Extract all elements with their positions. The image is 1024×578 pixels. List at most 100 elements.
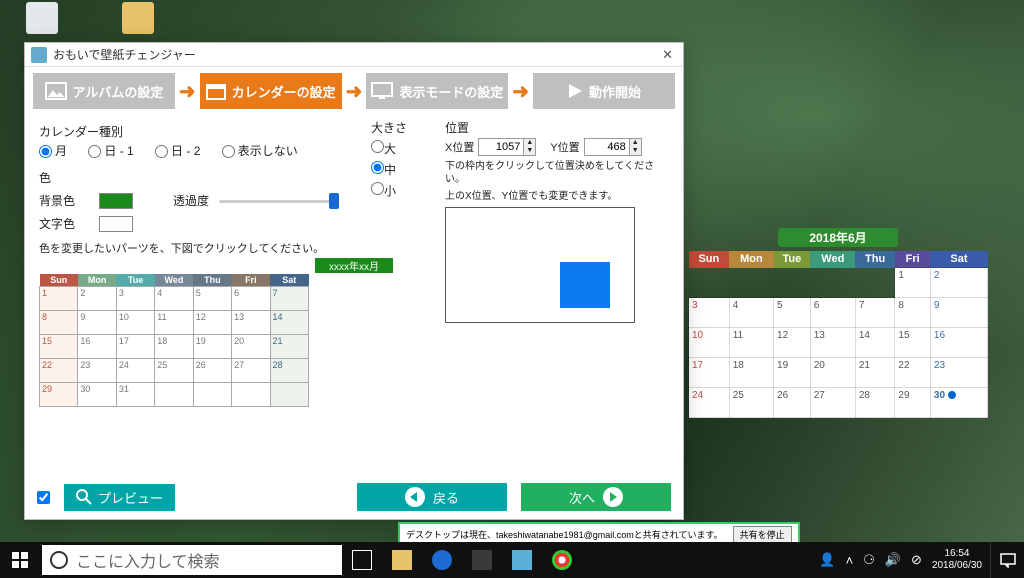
mini-cal-cell[interactable]: 15 <box>40 335 78 359</box>
radio-size-sm[interactable]: 小 <box>371 182 431 199</box>
mini-cal-cell[interactable]: 9 <box>78 311 116 335</box>
position-marker[interactable] <box>560 262 610 308</box>
x-up[interactable]: ▲ <box>524 139 535 147</box>
mini-cal-cell[interactable]: 26 <box>193 359 231 383</box>
action-center-button[interactable] <box>990 542 1024 578</box>
cal-cell: 10 <box>689 328 730 358</box>
task-view-button[interactable] <box>342 542 382 578</box>
mini-cal-cell[interactable]: 30 <box>78 383 116 407</box>
size-label: 大きさ <box>371 119 431 136</box>
mini-cal-cell[interactable]: 1 <box>40 287 78 311</box>
close-button[interactable]: ✕ <box>658 47 677 63</box>
preview-checkbox[interactable] <box>37 491 50 504</box>
x-input[interactable] <box>479 139 523 155</box>
magnifier-icon <box>76 489 92 505</box>
position-canvas[interactable] <box>445 207 635 323</box>
cal-cell <box>855 268 895 298</box>
opacity-slider[interactable] <box>219 193 339 209</box>
mini-cal-cell[interactable]: 7 <box>270 287 308 311</box>
stop-sharing-button[interactable]: 共有を停止 <box>733 526 792 543</box>
start-button[interactable] <box>0 542 40 578</box>
mini-cal-cell[interactable]: 2 <box>78 287 116 311</box>
mini-cal-cell[interactable]: 23 <box>78 359 116 383</box>
search-box[interactable]: ここに入力して検索 <box>42 545 342 575</box>
volume-icon[interactable]: 🔊 <box>885 552 901 568</box>
mini-cal-cell[interactable]: 5 <box>193 287 231 311</box>
mini-calendar[interactable]: Sun Mon Tue Wed Thu Fri Sat 123456789101… <box>39 274 309 407</box>
step-display[interactable]: 表示モードの設定 <box>366 73 508 109</box>
mini-cal-cell[interactable]: 14 <box>270 311 308 335</box>
radio-none[interactable]: 表示しない <box>222 144 298 158</box>
taskbar-app-chrome[interactable] <box>542 542 582 578</box>
step-start[interactable]: 動作開始 <box>533 73 675 109</box>
cal-cell: 29 <box>895 388 931 418</box>
mini-cal-cell[interactable]: 3 <box>116 287 154 311</box>
radio-day2[interactable]: 日 - 2 <box>155 144 200 158</box>
y-up[interactable]: ▲ <box>630 139 641 147</box>
search-placeholder: ここに入力して検索 <box>76 548 220 572</box>
cal-cell: 4 <box>729 298 773 328</box>
titlebar[interactable]: おもいで壁紙チェンジャー ✕ <box>25 43 683 67</box>
x-down[interactable]: ▼ <box>524 147 535 155</box>
wifi-icon[interactable]: ⚆ <box>863 552 875 568</box>
mini-cal-cell[interactable]: 24 <box>116 359 154 383</box>
power-icon[interactable]: ⊘ <box>911 552 922 568</box>
mini-cal-cell[interactable]: 29 <box>40 383 78 407</box>
mini-cal-cell[interactable]: 27 <box>232 359 270 383</box>
mini-cal-cell[interactable]: 8 <box>40 311 78 335</box>
taskbar-app-generic[interactable] <box>502 542 542 578</box>
mini-cal-title[interactable]: xxxx年xx月 <box>315 258 393 273</box>
mini-cal-cell[interactable]: 13 <box>232 311 270 335</box>
mini-cal-cell[interactable]: 31 <box>116 383 154 407</box>
cal-cell: 18 <box>729 358 773 388</box>
recycle-bin[interactable] <box>22 2 62 36</box>
mini-cal-cell[interactable] <box>232 383 270 407</box>
taskbar-app-edge[interactable] <box>422 542 462 578</box>
people-icon[interactable]: 👤 <box>819 552 835 568</box>
radio-size-lg[interactable]: 大 <box>371 140 431 157</box>
cal-cell: 14 <box>855 328 895 358</box>
step-calendar[interactable]: カレンダーの設定 <box>200 73 342 109</box>
mini-cal-cell[interactable]: 11 <box>155 311 193 335</box>
preview-button[interactable]: プレビュー <box>64 484 175 511</box>
tray-chevron-icon[interactable]: ˄ <box>846 553 854 568</box>
mini-cal-cell[interactable]: 25 <box>155 359 193 383</box>
back-button[interactable]: 戻る <box>357 483 507 511</box>
y-spinner[interactable]: ▲▼ <box>584 138 642 156</box>
mini-cal-cell[interactable]: 19 <box>193 335 231 359</box>
next-button[interactable]: 次へ <box>521 483 671 511</box>
taskbar-app-explorer[interactable] <box>382 542 422 578</box>
mini-cal-cell[interactable]: 17 <box>116 335 154 359</box>
radio-size-md[interactable]: 中 <box>371 161 431 178</box>
cal-cell: 6 <box>810 298 855 328</box>
bottom-bar: プレビュー 戻る 次へ <box>25 483 683 511</box>
mini-cal-cell[interactable]: 10 <box>116 311 154 335</box>
radio-month[interactable]: 月 <box>39 144 67 158</box>
mini-cal-cell[interactable]: 6 <box>232 287 270 311</box>
fg-color-swatch[interactable] <box>99 216 133 232</box>
x-spinner[interactable]: ▲▼ <box>478 138 536 156</box>
mini-cal-cell[interactable]: 12 <box>193 311 231 335</box>
desktop-folder[interactable] <box>118 2 158 36</box>
step-album[interactable]: アルバムの設定 <box>33 73 175 109</box>
mini-cal-cell[interactable]: 18 <box>155 335 193 359</box>
mini-cal-cell[interactable]: 22 <box>40 359 78 383</box>
mini-cal-cell[interactable]: 28 <box>270 359 308 383</box>
mini-cal-cell[interactable] <box>270 383 308 407</box>
mini-cal-cell[interactable]: 21 <box>270 335 308 359</box>
y-input[interactable] <box>585 139 629 155</box>
taskbar-app-store[interactable] <box>462 542 502 578</box>
bg-color-swatch[interactable] <box>99 193 133 209</box>
cal-cell: 17 <box>689 358 730 388</box>
mini-cal-cell[interactable] <box>193 383 231 407</box>
cal-cell: 19 <box>774 358 811 388</box>
clock[interactable]: 16:54 2018/06/30 <box>932 548 982 572</box>
cal-cell: 7 <box>855 298 895 328</box>
radio-day1[interactable]: 日 - 1 <box>88 144 133 158</box>
mini-cal-cell[interactable]: 20 <box>232 335 270 359</box>
mini-cal-cell[interactable]: 16 <box>78 335 116 359</box>
mini-cal-cell[interactable]: 4 <box>155 287 193 311</box>
y-down[interactable]: ▼ <box>630 147 641 155</box>
mini-cal-cell[interactable] <box>155 383 193 407</box>
clock-time: 16:54 <box>932 548 982 560</box>
